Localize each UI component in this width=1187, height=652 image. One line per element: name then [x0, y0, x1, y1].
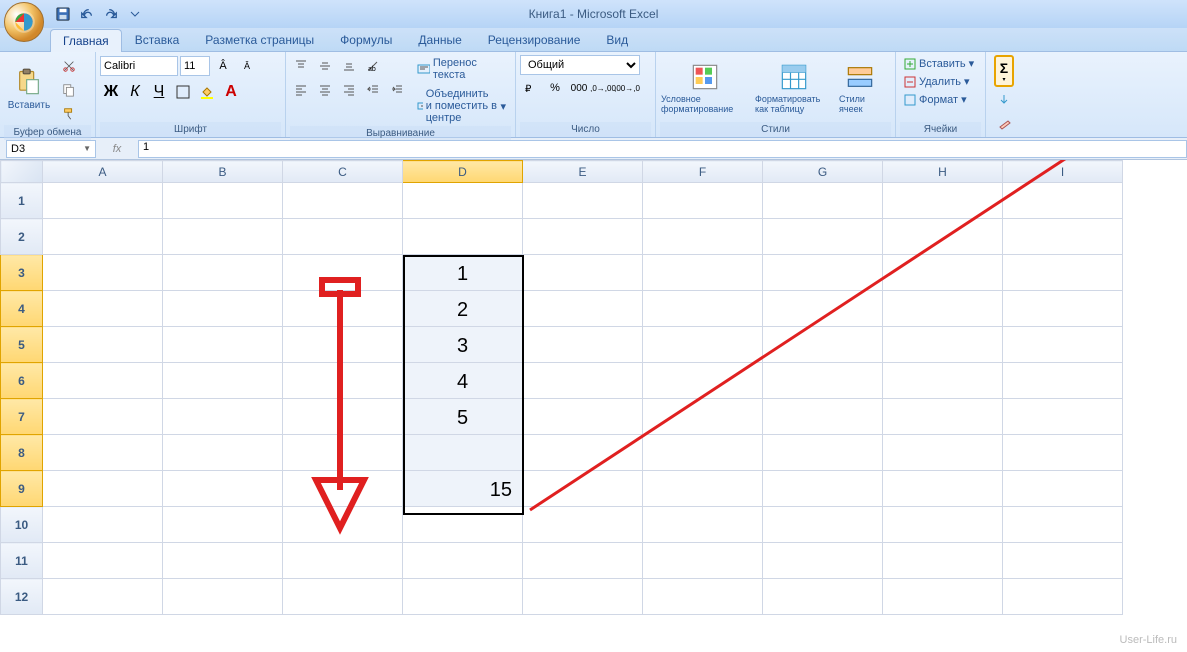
- row-head-5[interactable]: 5: [1, 327, 43, 363]
- italic-button[interactable]: К: [124, 81, 146, 103]
- cell-D8[interactable]: [403, 435, 523, 471]
- number-format-select[interactable]: Общий: [520, 55, 640, 75]
- group-label-font: Шрифт: [100, 122, 281, 137]
- row-head-2[interactable]: 2: [1, 219, 43, 255]
- name-box[interactable]: D3▼: [6, 140, 96, 158]
- format-painter-button[interactable]: [58, 103, 80, 125]
- row-head-6[interactable]: 6: [1, 363, 43, 399]
- bold-button[interactable]: Ж: [100, 81, 122, 103]
- align-bottom[interactable]: [338, 55, 360, 77]
- row-head-3[interactable]: 3: [1, 255, 43, 291]
- row-head-8[interactable]: 8: [1, 435, 43, 471]
- qat-undo[interactable]: [76, 3, 98, 25]
- tab-data[interactable]: Данные: [405, 28, 474, 51]
- fill-color-button[interactable]: [196, 81, 218, 103]
- col-head-A[interactable]: A: [43, 161, 163, 183]
- cell-D3[interactable]: 1: [403, 255, 523, 291]
- col-head-I[interactable]: I: [1003, 161, 1123, 183]
- col-head-D[interactable]: D: [403, 161, 523, 183]
- tab-formulas[interactable]: Формулы: [327, 28, 405, 51]
- col-head-E[interactable]: E: [523, 161, 643, 183]
- col-head-G[interactable]: G: [763, 161, 883, 183]
- merge-center[interactable]: Объединить и поместить в центре ▾: [412, 86, 511, 126]
- font-name-input[interactable]: [100, 56, 178, 76]
- grow-font[interactable]: Â: [212, 55, 234, 77]
- watermark: User-Life.ru: [1120, 634, 1177, 646]
- copy-button[interactable]: [58, 79, 80, 101]
- group-label-clipboard: Буфер обмена: [4, 125, 91, 140]
- ribbon-tabs: Главная Вставка Разметка страницы Формул…: [0, 28, 1187, 52]
- svg-text:₽: ₽: [525, 84, 532, 95]
- col-head-F[interactable]: F: [643, 161, 763, 183]
- cell-D5[interactable]: 3: [403, 327, 523, 363]
- percent-format[interactable]: %: [544, 77, 566, 99]
- select-all-corner[interactable]: [1, 161, 43, 183]
- delete-cells[interactable]: Удалить ▾: [900, 73, 974, 90]
- formula-input[interactable]: 1: [138, 140, 1187, 158]
- format-as-table[interactable]: Форматировать как таблицу: [754, 55, 834, 121]
- font-color-button[interactable]: A: [220, 81, 242, 103]
- row-head-9[interactable]: 9: [1, 471, 43, 507]
- font-size-input[interactable]: [180, 56, 210, 76]
- clear-button[interactable]: [993, 113, 1015, 135]
- accounting-format[interactable]: ₽: [520, 77, 542, 99]
- cell-D9[interactable]: 15: [403, 471, 523, 507]
- conditional-formatting[interactable]: Условное форматирование: [660, 55, 750, 121]
- insert-cells[interactable]: Вставить ▾: [900, 55, 978, 72]
- tab-home[interactable]: Главная: [50, 29, 122, 52]
- group-label-styles: Стили: [660, 122, 891, 137]
- tab-page-layout[interactable]: Разметка страницы: [192, 28, 327, 51]
- row-head-11[interactable]: 11: [1, 543, 43, 579]
- col-head-H[interactable]: H: [883, 161, 1003, 183]
- underline-button[interactable]: Ч: [148, 81, 170, 103]
- row-head-1[interactable]: 1: [1, 183, 43, 219]
- align-middle[interactable]: [314, 55, 336, 77]
- cut-button[interactable]: [58, 55, 80, 77]
- comma-format[interactable]: 000: [568, 77, 590, 99]
- col-head-C[interactable]: C: [283, 161, 403, 183]
- office-button[interactable]: [4, 2, 44, 42]
- row-head-10[interactable]: 10: [1, 507, 43, 543]
- qat-save[interactable]: [52, 3, 74, 25]
- qat-redo[interactable]: [100, 3, 122, 25]
- border-button[interactable]: [172, 81, 194, 103]
- align-top[interactable]: [290, 55, 312, 77]
- svg-text:ab: ab: [368, 66, 376, 73]
- cell-D6[interactable]: 4: [403, 363, 523, 399]
- row-head-4[interactable]: 4: [1, 291, 43, 327]
- row-head-12[interactable]: 12: [1, 579, 43, 615]
- qat-customize[interactable]: [124, 3, 146, 25]
- cell-D7[interactable]: 5: [403, 399, 523, 435]
- group-label-cells: Ячейки: [900, 122, 981, 137]
- tab-review[interactable]: Рецензирование: [475, 28, 594, 51]
- align-right[interactable]: [338, 79, 360, 101]
- cell-D4[interactable]: 2: [403, 291, 523, 327]
- window-title: Книга1 - Microsoft Excel: [529, 7, 659, 21]
- group-label-number: Число: [520, 122, 651, 137]
- tab-insert[interactable]: Вставка: [122, 28, 193, 51]
- align-center[interactable]: [314, 79, 336, 101]
- worksheet-grid[interactable]: A B C D E F G H I 1 2 3 1 4 2 5 3 6 4 7 5 8 9…: [0, 160, 1123, 615]
- wrap-text[interactable]: Перенос текста: [412, 55, 511, 83]
- cell-styles[interactable]: Стили ячеек: [838, 55, 882, 121]
- orientation[interactable]: ab: [362, 55, 384, 77]
- align-left[interactable]: [290, 79, 312, 101]
- fill-button[interactable]: [993, 89, 1015, 111]
- decrease-decimal[interactable]: ,00→,0: [616, 77, 638, 99]
- shrink-font[interactable]: Ǎ: [236, 55, 258, 77]
- col-head-B[interactable]: B: [163, 161, 283, 183]
- row-head-7[interactable]: 7: [1, 399, 43, 435]
- autosum-button[interactable]: Σ ▾: [994, 55, 1014, 87]
- increase-indent[interactable]: [386, 79, 408, 101]
- fx-button[interactable]: fx: [102, 143, 132, 155]
- paste-button[interactable]: Вставить: [4, 55, 54, 121]
- decrease-indent[interactable]: [362, 79, 384, 101]
- increase-decimal[interactable]: ,0→,00: [592, 77, 614, 99]
- format-cells[interactable]: Формат ▾: [900, 91, 971, 108]
- tab-view[interactable]: Вид: [593, 28, 641, 51]
